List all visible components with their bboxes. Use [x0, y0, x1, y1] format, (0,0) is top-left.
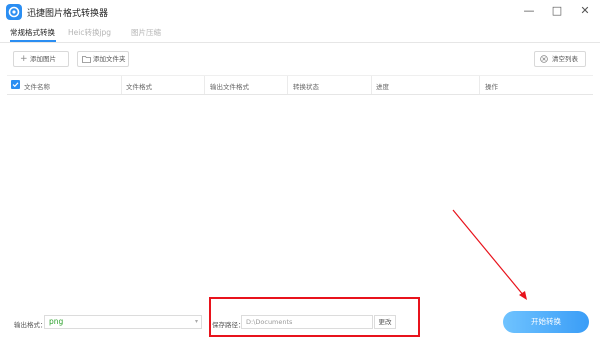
annotation-arrow	[452, 209, 527, 300]
